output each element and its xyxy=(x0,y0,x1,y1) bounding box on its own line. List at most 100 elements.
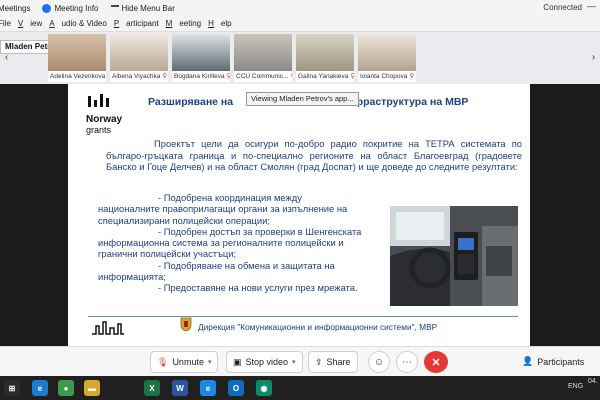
participant-tile[interactable]: Bogdana Kirilleva ⚲ xyxy=(172,34,230,82)
tray-language[interactable]: ENG xyxy=(568,383,583,390)
chevron-down-icon[interactable]: ▾ xyxy=(292,358,296,366)
menu-participant[interactable]: Participant xyxy=(114,19,159,28)
unmute-label: Unmute xyxy=(172,357,204,367)
hide-menu-bar-button[interactable]: Hide Menu Bar xyxy=(110,4,175,13)
menu-bar: File View Audio & Video Participant Meet… xyxy=(0,16,600,32)
info-icon xyxy=(42,3,52,13)
menu-meeting[interactable]: Meeting xyxy=(166,19,201,28)
bullet-line: гранични полицейски участъци; xyxy=(98,248,237,260)
webex-window: Meetings Meeting Info Hide Menu Bar Conn… xyxy=(0,0,600,400)
participants-panel-button[interactable]: 👤 Participants xyxy=(522,356,584,367)
more-dots-icon: ⋯ xyxy=(402,356,412,368)
radio-terminal-photo-icon xyxy=(390,206,518,306)
participant-tile[interactable]: Galina Yanakieva ⚲ xyxy=(296,34,354,82)
connection-status: Connected xyxy=(543,3,582,12)
participant-name: Adelina Vezenkova⚲ xyxy=(48,71,106,82)
footer-skyline-logo-icon xyxy=(92,321,124,335)
unmute-button[interactable]: 🎙 Unmute ▾ xyxy=(150,351,219,373)
muted-mic-icon: 🎙 xyxy=(157,356,169,367)
participant-name: Iolanta Chopova ⚲ xyxy=(358,71,416,82)
bullet-line: - Подобрена координация между xyxy=(158,192,302,203)
menu-help[interactable]: Help xyxy=(208,19,231,28)
share-button[interactable]: ⇪ Share xyxy=(308,351,358,373)
participants-icon: 👤 xyxy=(522,356,534,366)
word-icon[interactable]: W xyxy=(172,380,188,396)
participant-video xyxy=(110,34,168,71)
strip-scroll-left-icon[interactable]: ‹ xyxy=(2,52,11,64)
excel-icon[interactable]: X xyxy=(144,380,160,396)
muted-mic-icon: ⚲ xyxy=(290,73,292,80)
windows-taskbar: ⊞ e ● ▬ X W e O ◉ ENG 04. xyxy=(0,376,600,400)
menu-view[interactable]: View xyxy=(18,19,42,28)
edge-icon[interactable]: e xyxy=(32,380,48,396)
muted-mic-icon: ⚲ xyxy=(350,73,354,80)
bullet-line: информационна система за регионалните по… xyxy=(98,237,344,249)
meetings-label: Meetings xyxy=(0,3,31,13)
participant-name: Bogdana Kirilleva ⚲ xyxy=(172,71,230,82)
ministry-crest-icon xyxy=(180,317,192,332)
participant-video xyxy=(48,34,106,71)
bullet-line: - Подобряване на обмена и защитата на xyxy=(158,259,335,271)
viewing-app-tooltip: Viewing Mladen Petrov's app... xyxy=(246,92,359,106)
muted-mic-icon: ⚲ xyxy=(162,73,168,80)
norway-grants-mark-icon xyxy=(88,94,109,107)
chevron-up-icon xyxy=(110,5,119,11)
tray-clock[interactable]: 04. xyxy=(588,378,598,385)
participant-name: Aibena Viyachka ⚲ xyxy=(110,71,168,82)
smiley-icon: ☺ xyxy=(373,356,385,368)
file-explorer-icon[interactable]: ▬ xyxy=(84,380,100,396)
meeting-controls: 🎙 Unmute ▾ ▣ Stop video ▾ ⇪ Share ☺ ⋯ ✕ … xyxy=(0,346,600,376)
participant-tile[interactable]: Aibena Viyachka ⚲ xyxy=(110,34,168,82)
bullet-line: специализирани полицейски операции; xyxy=(98,214,271,226)
meetings-tab[interactable]: Meetings xyxy=(0,4,30,13)
norway-grants-logo: Norway grants xyxy=(86,94,126,135)
chrome-icon[interactable]: ● xyxy=(58,380,74,396)
internet-explorer-icon[interactable]: e xyxy=(200,380,216,396)
video-camera-icon: ▣ xyxy=(233,356,242,367)
windows-start-icon[interactable]: ⊞ xyxy=(4,380,20,396)
meeting-info-button[interactable]: Meeting Info xyxy=(42,3,99,13)
menu-file[interactable]: File xyxy=(0,19,11,28)
logo-line-1: Norway xyxy=(86,114,123,125)
slide-footer-text: Дирекция "Комуникационни и информационни… xyxy=(198,322,438,332)
menu-audio-video[interactable]: Audio & Video xyxy=(49,19,107,28)
minimize-button[interactable]: — xyxy=(587,1,596,11)
leave-meeting-button[interactable]: ✕ xyxy=(424,351,448,373)
shared-slide: Norway grants Разширяване на инфраструкту… xyxy=(68,84,530,346)
participants-label: Participants xyxy=(537,356,585,367)
top-toolbar: Meetings Meeting Info Hide Menu Bar Conn… xyxy=(0,0,600,16)
vehicle-interior-photo xyxy=(390,206,518,306)
share-label: Share xyxy=(326,357,351,367)
reactions-button[interactable]: ☺ xyxy=(368,351,390,373)
participant-name: Galina Yanakieva ⚲ xyxy=(296,71,354,82)
slide-footer-divider xyxy=(88,316,518,317)
bullet-line: - Подобрен достъп за проверки в Шенгенск… xyxy=(158,225,362,237)
participant-video xyxy=(172,34,230,71)
bullet-line: националните правоприлагащи органи за из… xyxy=(98,203,348,215)
meeting-info-label: Meeting Info xyxy=(54,3,99,13)
participant-tile[interactable]: Iolanta Chopova ⚲ xyxy=(358,34,416,82)
chevron-down-icon[interactable]: ▾ xyxy=(208,358,212,366)
webex-icon[interactable]: ◉ xyxy=(256,380,272,396)
participant-name: CCU Communic...⚲ xyxy=(234,71,292,82)
logo-line-2: grants xyxy=(86,125,112,135)
muted-mic-icon: ⚲ xyxy=(409,73,415,80)
bullet-line: - Предоставяне на нови услуги през мрежа… xyxy=(158,282,358,294)
slide-intro-text: Проектът цели да осигури по-добро радио … xyxy=(106,138,522,173)
stop-video-label: Stop video xyxy=(245,357,289,367)
participant-video xyxy=(234,34,292,71)
muted-mic-icon: ⚲ xyxy=(226,73,230,80)
more-options-button[interactable]: ⋯ xyxy=(396,351,418,373)
participant-video xyxy=(296,34,354,71)
slide-bullet-list: - Подобрена координация между национални… xyxy=(98,192,388,294)
close-icon: ✕ xyxy=(431,356,441,369)
participant-tile[interactable]: Adelina Vezenkova⚲ xyxy=(48,34,106,82)
participant-tile[interactable]: CCU Communic...⚲ xyxy=(234,34,292,82)
outlook-icon[interactable]: O xyxy=(228,380,244,396)
participant-video xyxy=(358,34,416,71)
bullet-line: информацията; xyxy=(98,271,166,283)
share-icon: ⇪ xyxy=(315,356,323,367)
strip-scroll-right-icon[interactable]: › xyxy=(589,52,598,64)
participant-strip: Mladen Petrov ‹ Adelina Vezenkova⚲ Aiben… xyxy=(0,32,600,84)
stop-video-button[interactable]: ▣ Stop video ▾ xyxy=(226,351,303,373)
